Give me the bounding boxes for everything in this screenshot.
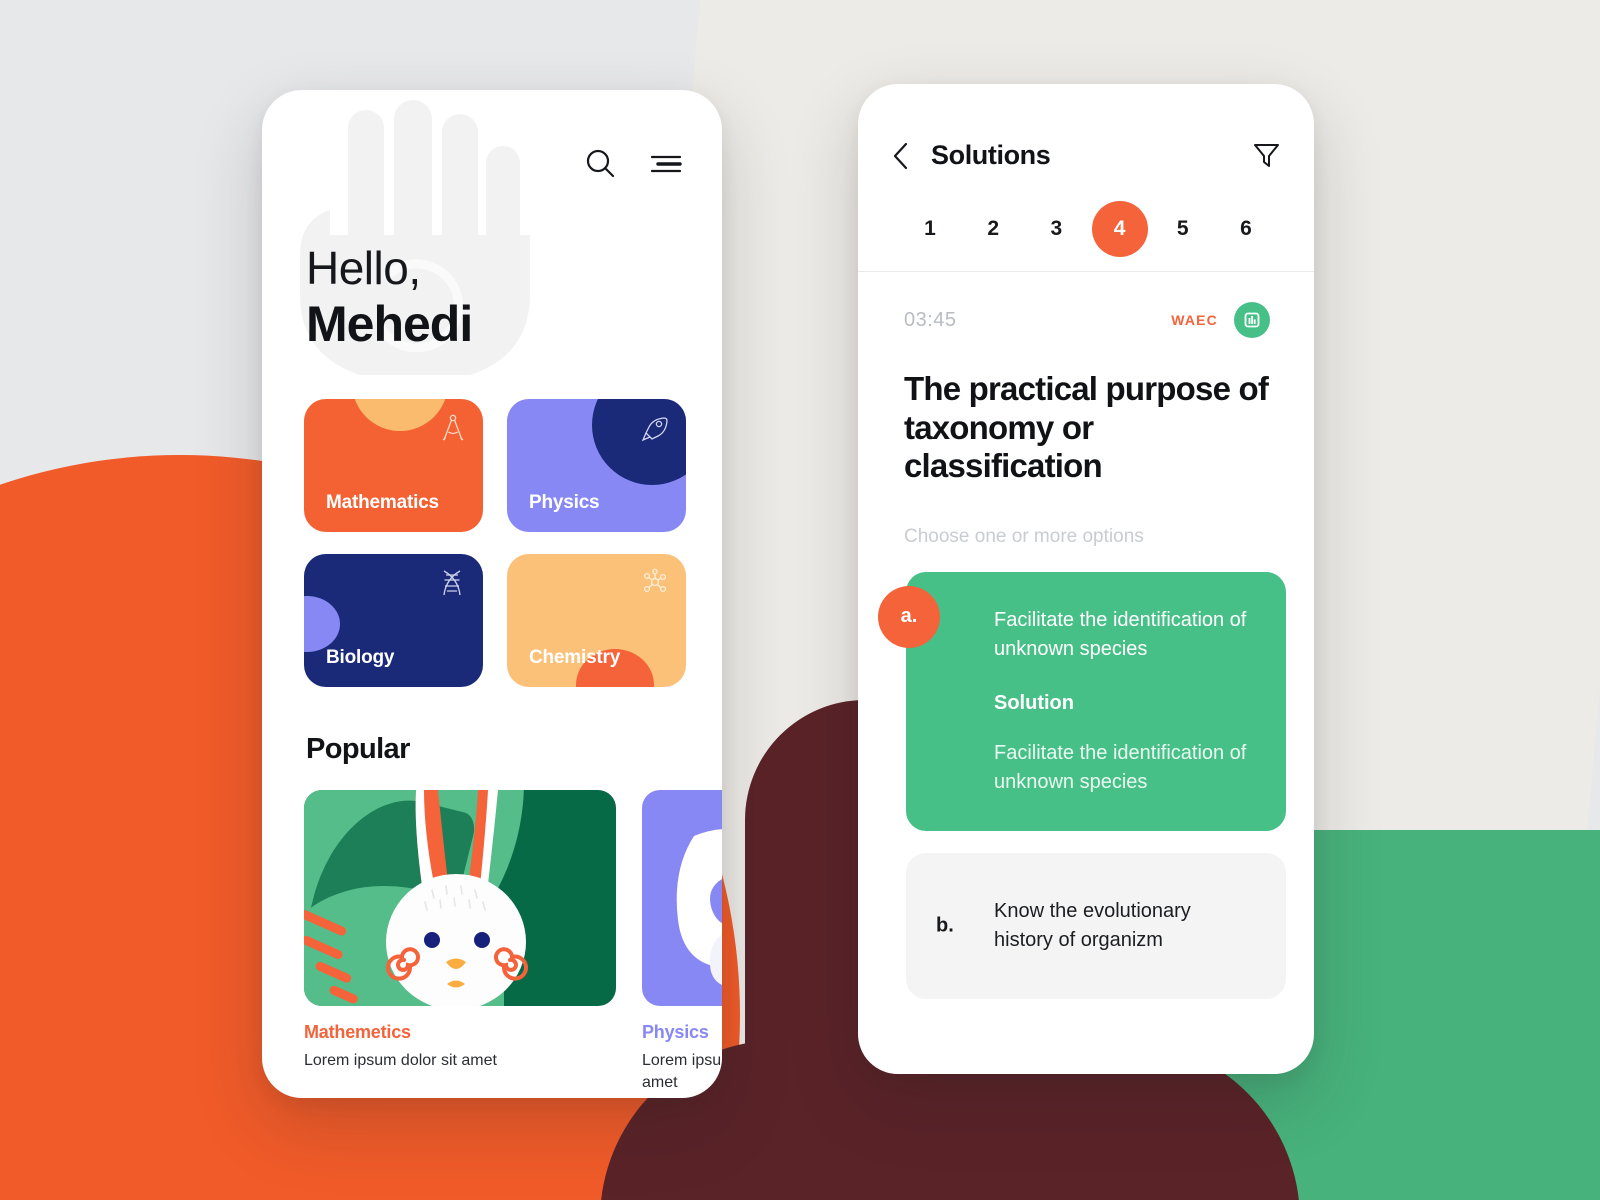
- subject-label: Physics: [529, 492, 600, 513]
- decorative-blob: [304, 596, 340, 652]
- popular-section-title: Popular: [306, 733, 410, 765]
- solution-text: Facilitate the identification of unknown…: [994, 741, 1247, 793]
- answer-option-a[interactable]: a. Facilitate the identification of unkn…: [878, 571, 1286, 831]
- popular-card-mathemetics[interactable]: Mathemetics Lorem ipsum dolor sit amet: [304, 790, 616, 1093]
- bunny-illustration: [386, 790, 528, 1006]
- background-green-block: [1290, 830, 1600, 1200]
- subject-card-mathematics[interactable]: Mathematics: [304, 399, 483, 532]
- greeting-block: Hello, Mehedi: [262, 179, 722, 349]
- solutions-header: Solutions: [858, 84, 1314, 171]
- decorative-blob: [592, 399, 686, 485]
- answer-options-list: a. Facilitate the identification of unkn…: [858, 548, 1314, 999]
- pager-item-2[interactable]: 2: [965, 201, 1021, 257]
- solutions-screen-phone: Solutions 1 2 3 4 5 6 03:45 WAEC The pra…: [858, 84, 1314, 1074]
- greeting-user-name: Mehedi: [306, 296, 473, 352]
- filter-icon[interactable]: [1253, 142, 1280, 169]
- subject-card-physics[interactable]: Physics: [507, 399, 686, 532]
- home-header: [262, 90, 722, 179]
- subject-label: Chemistry: [529, 647, 621, 668]
- option-a-text: Facilitate the identification of unknown…: [994, 608, 1247, 660]
- timer-text: 03:45: [904, 308, 957, 331]
- compass-icon: [439, 413, 467, 448]
- pager-item-3[interactable]: 3: [1028, 201, 1084, 257]
- option-b-text: Know the evolutionary history of organiz…: [994, 899, 1191, 951]
- question-hint: Choose one or more options: [904, 525, 1144, 547]
- option-letter-b: b.: [936, 914, 954, 937]
- decorative-blob: [352, 399, 448, 431]
- popular-card-title: Mathemetics: [304, 1022, 411, 1042]
- subject-label: Biology: [326, 647, 395, 668]
- chevron-left-icon[interactable]: [892, 142, 909, 170]
- subject-card-chemistry[interactable]: Chemistry: [507, 554, 686, 687]
- home-screen-phone: Hello, Mehedi Mathematics Physics Biolog…: [262, 90, 722, 1098]
- pager-item-4-active[interactable]: 4: [1091, 201, 1148, 257]
- popular-card-title: Physics: [642, 1022, 709, 1042]
- popular-thumbnail: [304, 790, 616, 1006]
- solution-label: Solution: [994, 691, 1074, 714]
- molecule-icon: [640, 568, 670, 603]
- question-meta-row: 03:45 WAEC: [858, 272, 1314, 338]
- greeting-line-1: Hello,: [306, 242, 421, 294]
- exam-board-label: WAEC: [1171, 312, 1218, 328]
- rocket-icon: [640, 413, 670, 448]
- question-text: The practical purpose of taxonomy or cla…: [904, 370, 1269, 485]
- popular-card-desc: Lorem ipsum dolor sit amet: [304, 1052, 497, 1069]
- physics-illustration: [676, 829, 722, 985]
- pager-item-6[interactable]: 6: [1218, 201, 1274, 257]
- page-title: Solutions: [931, 140, 1051, 170]
- popular-list: Mathemetics Lorem ipsum dolor sit amet P…: [262, 766, 722, 1093]
- search-icon[interactable]: [585, 148, 616, 179]
- subject-card-biology[interactable]: Biology: [304, 554, 483, 687]
- subject-label: Mathematics: [326, 492, 439, 513]
- popular-thumbnail: [642, 790, 722, 1006]
- question-pager: 1 2 3 4 5 6: [858, 171, 1314, 257]
- pager-item-1[interactable]: 1: [902, 201, 958, 257]
- subject-grid: Mathematics Physics Biology Chemistry: [262, 349, 722, 687]
- screen-canvas: Hello, Mehedi Mathematics Physics Biolog…: [0, 0, 1600, 1200]
- answer-option-b[interactable]: b. Know the evolutionary history of orga…: [906, 852, 1286, 999]
- building-badge-icon: [1234, 302, 1270, 338]
- pager-item-5[interactable]: 5: [1155, 201, 1211, 257]
- hamburger-menu-icon[interactable]: [650, 153, 682, 175]
- option-letter-a: a.: [878, 585, 940, 648]
- dna-icon: [437, 568, 467, 603]
- popular-card-physics[interactable]: Physics Lorem ipsum dolor sit amet: [642, 790, 722, 1093]
